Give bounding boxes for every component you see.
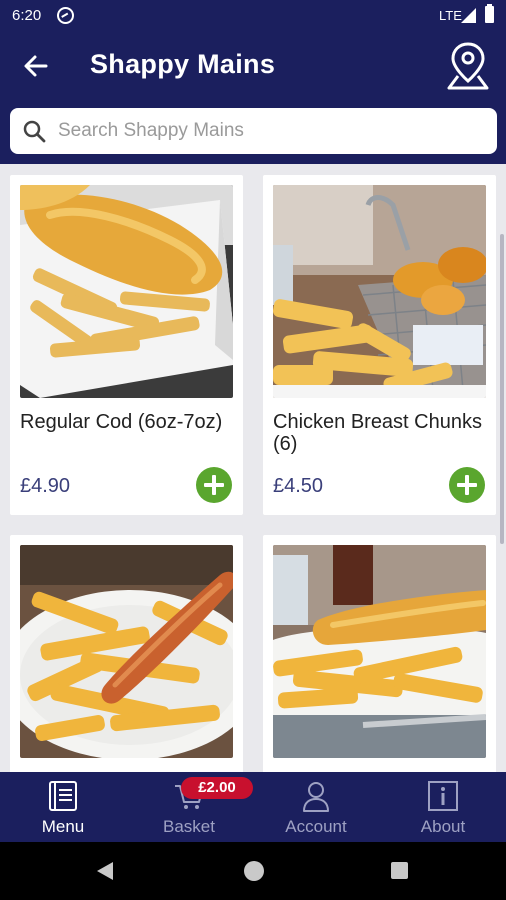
add-to-basket-button[interactable] bbox=[449, 467, 485, 503]
nav-basket-label: Basket bbox=[163, 817, 215, 836]
signal-icon bbox=[461, 8, 476, 23]
add-to-basket-button[interactable] bbox=[196, 467, 232, 503]
scrollbar[interactable] bbox=[500, 234, 504, 544]
info-icon bbox=[428, 781, 458, 811]
battery-icon bbox=[485, 4, 494, 23]
person-icon bbox=[303, 782, 329, 812]
menu-items-list[interactable]: Regular Cod (6oz-7oz) £4.90 Chicken Brea… bbox=[0, 164, 506, 772]
system-back-icon[interactable] bbox=[97, 862, 113, 880]
bottom-nav: Menu Basket Account About bbox=[0, 772, 506, 842]
nav-menu[interactable]: Menu bbox=[0, 772, 126, 842]
product-name: Regular Cod (6oz-7oz) bbox=[20, 411, 223, 433]
menu-book-icon bbox=[49, 781, 77, 811]
nav-account[interactable]: Account bbox=[253, 772, 379, 842]
search-input[interactable] bbox=[58, 108, 478, 154]
system-recents-icon[interactable] bbox=[391, 862, 408, 879]
system-home-icon[interactable] bbox=[244, 861, 264, 881]
status-bar: 6:20 LTE bbox=[0, 0, 506, 32]
nav-menu-label: Menu bbox=[41, 817, 85, 836]
page-title: Shappy Mains bbox=[90, 49, 276, 79]
map-pin-icon bbox=[447, 42, 489, 90]
search-icon bbox=[23, 120, 46, 143]
basket-total-badge[interactable]: £2.00 bbox=[181, 777, 253, 799]
product-image-cod bbox=[20, 185, 233, 398]
nav-about-label: About bbox=[420, 817, 466, 836]
product-card[interactable] bbox=[263, 535, 496, 772]
system-nav-bar bbox=[0, 842, 506, 900]
app-bar: Shappy Mains bbox=[0, 32, 506, 100]
product-image-battered-sausage bbox=[273, 545, 486, 758]
network-type: LTE bbox=[439, 8, 462, 23]
product-image-sausage bbox=[20, 545, 233, 758]
product-price: £4.50 bbox=[273, 475, 324, 497]
product-card[interactable]: Regular Cod (6oz-7oz) £4.90 bbox=[10, 175, 243, 515]
back-button[interactable] bbox=[18, 48, 54, 84]
status-time: 6:20 bbox=[12, 7, 42, 24]
product-name: Chicken Breast Chunks (6) bbox=[273, 411, 482, 455]
search-bar bbox=[0, 100, 506, 164]
data-saver-icon bbox=[57, 7, 74, 24]
product-price: £4.90 bbox=[20, 475, 71, 497]
product-image-chicken bbox=[273, 185, 486, 398]
location-button[interactable] bbox=[444, 40, 492, 92]
nav-account-label: Account bbox=[285, 817, 347, 836]
product-card[interactable]: Chicken Breast Chunks (6) £4.50 bbox=[263, 175, 496, 515]
search-box[interactable] bbox=[10, 108, 497, 154]
product-card[interactable] bbox=[10, 535, 243, 772]
nav-about[interactable]: About bbox=[380, 772, 506, 842]
arrow-left-icon bbox=[24, 55, 48, 77]
